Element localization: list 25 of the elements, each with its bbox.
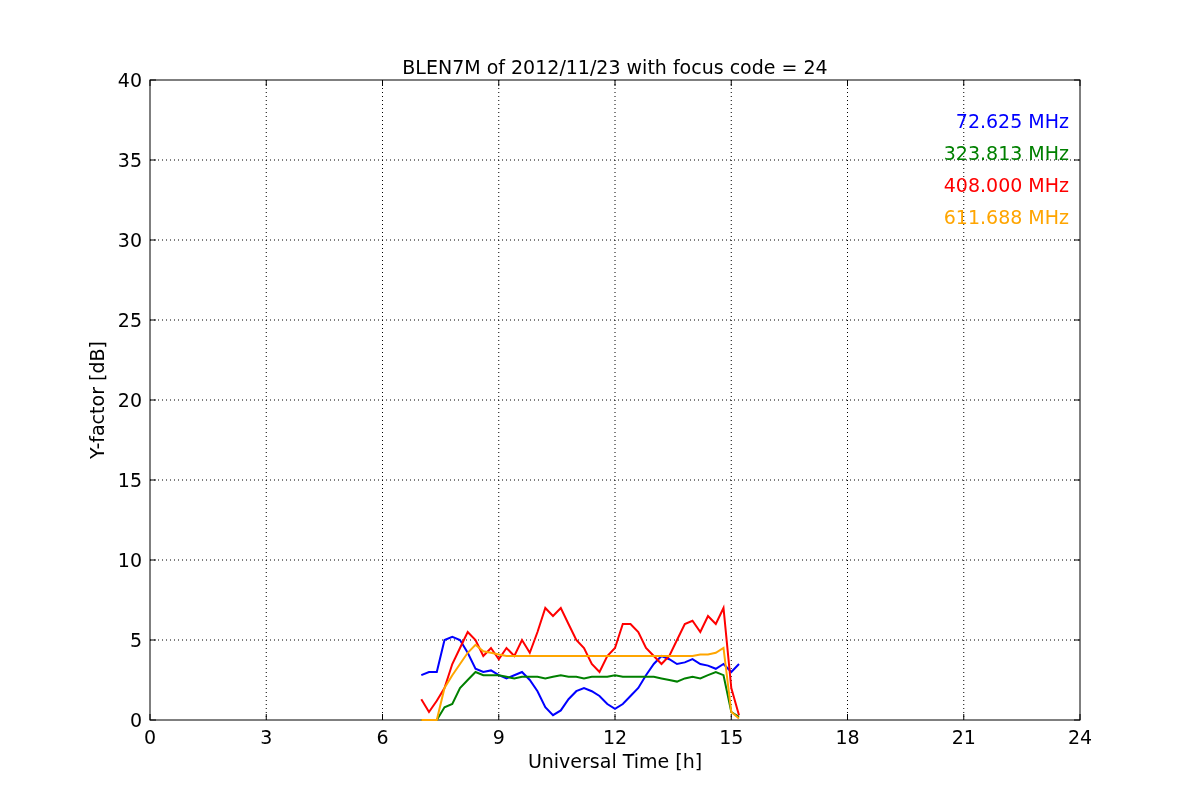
legend-label: 323.813 MHz xyxy=(943,142,1069,164)
x-tick-label: 9 xyxy=(492,726,505,748)
y-tick-label: 40 xyxy=(117,69,142,91)
y-tick-label: 25 xyxy=(117,309,142,331)
y-tick-label: 0 xyxy=(129,709,142,731)
x-tick-label: 3 xyxy=(260,726,273,748)
chart-title: BLEN7M of 2012/11/23 with focus code = 24 xyxy=(402,56,828,78)
x-tick-label: 0 xyxy=(143,726,157,748)
x-tick-label: 12 xyxy=(602,726,628,748)
y-tick-label: 15 xyxy=(117,469,142,491)
y-tick-label: 20 xyxy=(117,389,142,411)
x-tick-label: 6 xyxy=(376,726,389,748)
x-axis-label: Universal Time [h] xyxy=(527,750,703,772)
y-tick-label: 30 xyxy=(117,229,142,251)
legend-label: 72.625 MHz xyxy=(955,110,1069,132)
legend-label: 611.688 MHz xyxy=(943,206,1069,228)
x-tick-label: 15 xyxy=(719,726,744,748)
legend-label: 408.000 MHz xyxy=(943,174,1069,196)
x-tick-label: 21 xyxy=(951,726,976,748)
y-tick-label: 5 xyxy=(129,629,142,651)
y-tick-label: 35 xyxy=(117,149,142,171)
y-tick-label: 10 xyxy=(117,549,142,571)
x-tick-label: 18 xyxy=(835,726,860,748)
x-tick-label: 24 xyxy=(1067,726,1093,748)
y-axis-label: Y-factor [dB] xyxy=(86,341,108,459)
